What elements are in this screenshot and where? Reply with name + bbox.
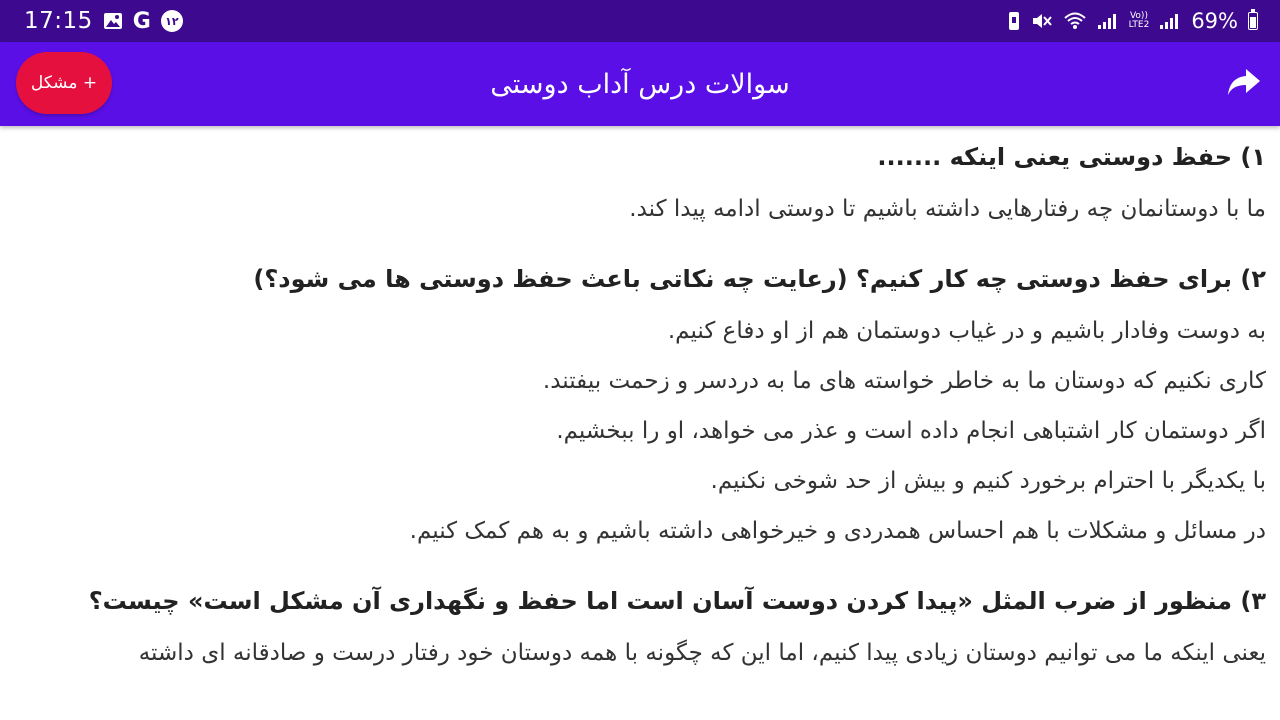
lte-indicator: Vo)) LTE2	[1129, 12, 1150, 30]
status-left: 17:15 G ۱۲	[24, 8, 183, 34]
report-problem-button[interactable]: + مشکل	[16, 52, 112, 114]
answer-line: در مسائل و مشکلات با هم احساس همدردی و خ…	[409, 518, 1266, 544]
page-title: سوالات درس آداب دوستی	[490, 68, 790, 100]
status-time: 17:15	[24, 8, 93, 34]
questions-content[interactable]: ۱) حفظ دوستی یعنی اینکه ....... ما با دو…	[0, 126, 1280, 720]
status-bar: 17:15 G ۱۲ Vo)) LTE2 69%	[0, 0, 1280, 42]
answer-line: به دوست وفادار باشیم و در غیاب دوستمان ه…	[667, 318, 1266, 344]
battery-icon	[1248, 9, 1258, 30]
signal-icon	[1097, 12, 1119, 30]
answer-line: ما با دوستانمان چه رفتارهایی داشته باشیم…	[629, 196, 1266, 222]
question-block: ۲) برای حفظ دوستی چه کار کنیم؟ (رعایت چه…	[14, 260, 1266, 556]
image-icon	[103, 12, 123, 30]
battery-percent: 69%	[1191, 9, 1238, 33]
signal-icon-2	[1159, 12, 1181, 30]
google-icon: G	[132, 8, 151, 34]
status-right: Vo)) LTE2 69%	[1007, 9, 1258, 33]
question-title: ۳) منظور از ضرب المثل «پیدا کردن دوست آس…	[88, 587, 1266, 615]
answer-line: کاری نکنیم که دوستان ما به خاطر خواسته ه…	[542, 368, 1266, 394]
share-icon	[1226, 66, 1262, 102]
vibrate-icon	[1007, 11, 1021, 31]
share-button[interactable]	[1222, 62, 1266, 106]
question-title: ۲) برای حفظ دوستی چه کار کنیم؟ (رعایت چه…	[253, 265, 1266, 293]
answer-line: یعنی اینکه ما می توانیم دوستان زیادی پید…	[138, 640, 1266, 666]
mute-icon	[1031, 11, 1053, 31]
answer-line: با یکدیگر با احترام برخورد کنیم و بیش از…	[710, 468, 1266, 494]
lte-label-bottom: LTE2	[1128, 20, 1150, 30]
notification-badge-icon: ۱۲	[160, 10, 183, 32]
question-block: ۱) حفظ دوستی یعنی اینکه ....... ما با دو…	[14, 138, 1266, 234]
app-bar: + مشکل سوالات درس آداب دوستی	[0, 42, 1280, 126]
question-title: ۱) حفظ دوستی یعنی اینکه .......	[877, 143, 1266, 171]
question-block: ۳) منظور از ضرب المثل «پیدا کردن دوست آس…	[14, 582, 1266, 678]
answer-line: اگر دوستمان کار اشتباهی انجام داده است و…	[556, 418, 1266, 444]
wifi-icon	[1063, 11, 1087, 31]
